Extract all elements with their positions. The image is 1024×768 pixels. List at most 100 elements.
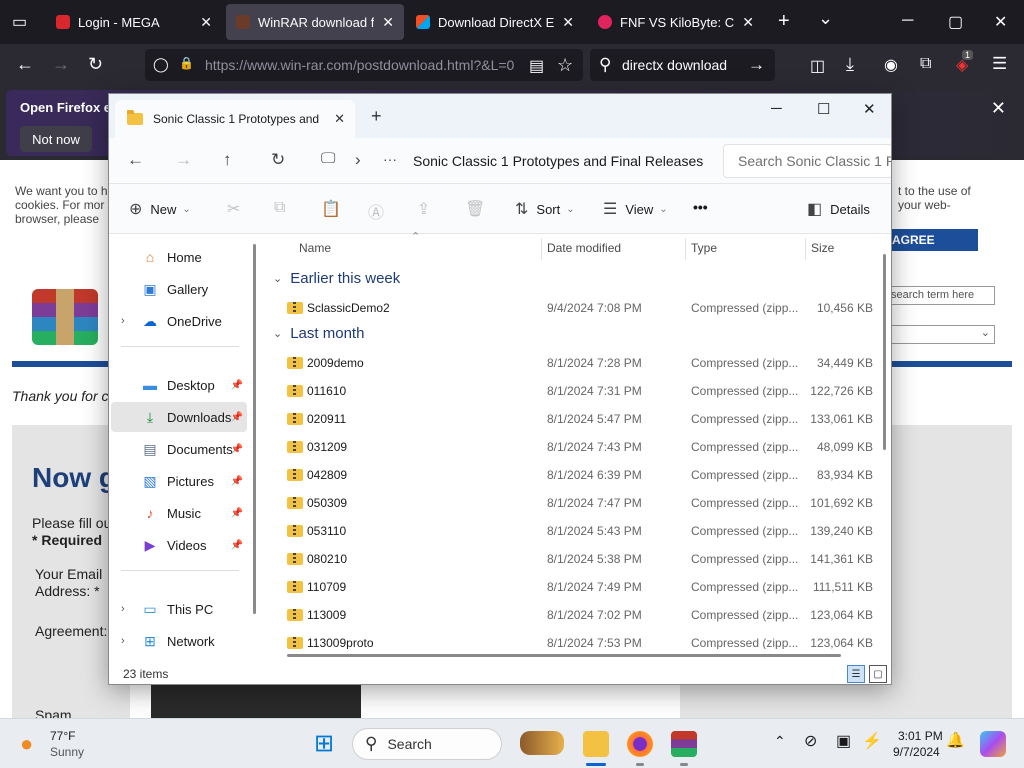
- vertical-scrollbar[interactable]: [883, 254, 886, 450]
- battery-icon[interactable]: ⚡: [862, 731, 882, 751]
- new-tab-icon[interactable]: +: [778, 10, 790, 33]
- expand-chevron-icon[interactable]: ›: [121, 635, 125, 647]
- nav-scrollbar[interactable]: [253, 244, 256, 614]
- view-button[interactable]: ☰ View ⌄: [603, 199, 668, 219]
- list-all-tabs-icon[interactable]: ⌄: [818, 8, 833, 29]
- new-button[interactable]: ⊕ New ⌄: [129, 199, 191, 219]
- paste-icon[interactable]: 📋: [321, 199, 341, 219]
- close-tab-icon[interactable]: ✕: [562, 14, 574, 31]
- search-bar[interactable]: ⚲ directx download →: [590, 49, 775, 81]
- expand-chevron-icon[interactable]: ›: [121, 315, 125, 327]
- rename-icon[interactable]: Ⓐ: [368, 199, 384, 223]
- breadcrumb-overflow-icon[interactable]: ···: [383, 151, 397, 167]
- details-pane-button[interactable]: ◧ Details: [807, 199, 870, 219]
- details-view-icon[interactable]: ☰: [847, 665, 865, 683]
- maximize-icon[interactable]: ☐: [817, 100, 830, 118]
- bookmark-star-icon[interactable]: ☆: [557, 55, 573, 76]
- go-arrow-icon[interactable]: →: [748, 55, 765, 75]
- file-row[interactable]: 053110 8/1/2024 5:43 PM Compressed (zipp…: [279, 517, 879, 545]
- close-tab-icon[interactable]: ✕: [382, 14, 394, 31]
- minimize-icon[interactable]: ─: [902, 12, 913, 30]
- file-explorer-app-icon[interactable]: [583, 731, 609, 757]
- shield-icon[interactable]: ◯: [153, 56, 169, 73]
- file-row[interactable]: 050309 8/1/2024 7:47 PM Compressed (zipp…: [279, 489, 879, 517]
- close-icon[interactable]: ✕: [994, 12, 1007, 32]
- file-row[interactable]: 031209 8/1/2024 7:43 PM Compressed (zipp…: [279, 433, 879, 461]
- column-divider[interactable]: [805, 238, 806, 260]
- copy-icon[interactable]: ⧉: [274, 199, 285, 217]
- column-divider[interactable]: [685, 238, 686, 260]
- pocket-icon[interactable]: ◫: [810, 56, 825, 76]
- up-icon[interactable]: ↑: [223, 150, 232, 170]
- nav-onedrive[interactable]: › ☁ OneDrive: [111, 306, 247, 336]
- url-bar[interactable]: ◯ 🔒 https://www.win-rar.com/postdownload…: [145, 49, 583, 81]
- start-windows-icon[interactable]: ⊞: [314, 729, 334, 758]
- file-row[interactable]: 011610 8/1/2024 7:31 PM Compressed (zipp…: [279, 377, 879, 405]
- file-row[interactable]: 020911 8/1/2024 5:47 PM Compressed (zipp…: [279, 405, 879, 433]
- expand-chevron-icon[interactable]: ›: [121, 603, 125, 615]
- more-options-icon[interactable]: •••: [693, 199, 708, 215]
- search-input[interactable]: Search Sonic Classic 1 Pr: [723, 144, 891, 178]
- group-earlier-this-week[interactable]: ⌄ Earlier this week: [273, 270, 400, 287]
- horizontal-scrollbar[interactable]: [287, 654, 841, 657]
- search-highlight-icon[interactable]: [520, 731, 564, 755]
- nav-music[interactable]: ♪ Music 📌: [111, 498, 247, 528]
- weather-temp[interactable]: 77°F: [50, 729, 75, 743]
- file-row[interactable]: 113009 8/1/2024 7:02 PM Compressed (zipp…: [279, 601, 879, 629]
- extensions-icon[interactable]: ⧉: [920, 55, 931, 73]
- notice-close-icon[interactable]: ✕: [991, 98, 1006, 119]
- cut-icon[interactable]: ✂: [227, 199, 240, 219]
- explorer-tab[interactable]: Sonic Classic 1 Prototypes and ✕: [115, 100, 355, 138]
- nav-documents[interactable]: ▤ Documents 📌: [111, 434, 247, 464]
- nav-network[interactable]: › ⊞ Network: [111, 626, 247, 656]
- sun-icon[interactable]: ●: [20, 731, 33, 757]
- file-row[interactable]: 2009demo 8/1/2024 7:28 PM Compressed (zi…: [279, 349, 879, 377]
- tab-fnf[interactable]: FNF VS KiloByte: Cosm ✕: [588, 4, 764, 40]
- tab-mega[interactable]: Login - MEGA ✕: [46, 4, 222, 40]
- close-icon[interactable]: ✕: [863, 100, 876, 118]
- copilot-icon[interactable]: [980, 731, 1006, 757]
- file-row[interactable]: 110709 8/1/2024 7:49 PM Compressed (zipp…: [279, 573, 879, 601]
- notification-bell-icon[interactable]: 🔔: [946, 731, 965, 749]
- language-select[interactable]: ⌄: [885, 325, 995, 344]
- nav-gallery[interactable]: ▣ Gallery: [111, 274, 247, 304]
- close-tab-icon[interactable]: ✕: [742, 14, 754, 31]
- close-tab-icon[interactable]: ✕: [200, 14, 212, 31]
- delete-icon[interactable]: 🗑: [465, 199, 485, 219]
- tab-directx[interactable]: Download DirectX End- ✕: [406, 4, 584, 40]
- column-divider[interactable]: [541, 238, 542, 260]
- back-icon[interactable]: ←: [127, 150, 144, 170]
- nav-downloads[interactable]: ⤓ Downloads 📌: [111, 402, 247, 432]
- file-row[interactable]: 042809 8/1/2024 6:39 PM Compressed (zipp…: [279, 461, 879, 489]
- agree-button[interactable]: AGREE: [880, 229, 978, 251]
- account-icon[interactable]: ◉: [884, 55, 898, 75]
- address-bar[interactable]: Sonic Classic 1 Prototypes and Final Rel…: [413, 144, 709, 178]
- refresh-icon[interactable]: ↻: [271, 150, 285, 170]
- column-header-date[interactable]: Date modified: [547, 241, 621, 255]
- weather-condition[interactable]: Sunny: [50, 745, 84, 759]
- network-disconnected-icon[interactable]: ⊘: [804, 731, 817, 751]
- tab-list-icon[interactable]: ▭: [12, 12, 27, 32]
- reload-icon[interactable]: ↻: [88, 54, 103, 75]
- downloads-icon[interactable]: ⤓: [846, 54, 854, 75]
- show-hidden-icons-icon[interactable]: ⌃: [774, 733, 786, 750]
- nav-pictures[interactable]: ▧ Pictures 📌: [111, 466, 247, 496]
- tab-winrar[interactable]: WinRAR download free ✕: [226, 4, 404, 40]
- winrar-app-icon[interactable]: [671, 731, 697, 757]
- tiles-view-icon[interactable]: ▢: [869, 665, 887, 683]
- nav-videos[interactable]: ▶ Videos 📌: [111, 530, 247, 560]
- group-last-month[interactable]: ⌄ Last month: [273, 325, 364, 342]
- share-icon[interactable]: ⇪: [417, 199, 430, 219]
- clock-date[interactable]: 9/7/2024: [893, 745, 940, 759]
- back-icon[interactable]: ←: [16, 54, 34, 75]
- column-header-name[interactable]: Name: [299, 241, 331, 255]
- nav-home[interactable]: ⌂ Home: [111, 242, 247, 272]
- column-header-type[interactable]: Type: [691, 241, 717, 255]
- taskbar-search[interactable]: ⚲ Search: [352, 728, 502, 760]
- maximize-icon[interactable]: ▢: [948, 12, 963, 32]
- clock-time[interactable]: 3:01 PM: [898, 729, 943, 743]
- file-row[interactable]: 113009proto 8/1/2024 7:53 PM Compressed …: [279, 629, 879, 649]
- close-tab-icon[interactable]: ✕: [334, 111, 345, 127]
- new-tab-icon[interactable]: +: [371, 106, 382, 127]
- computer-icon[interactable]: 🖵: [321, 150, 335, 167]
